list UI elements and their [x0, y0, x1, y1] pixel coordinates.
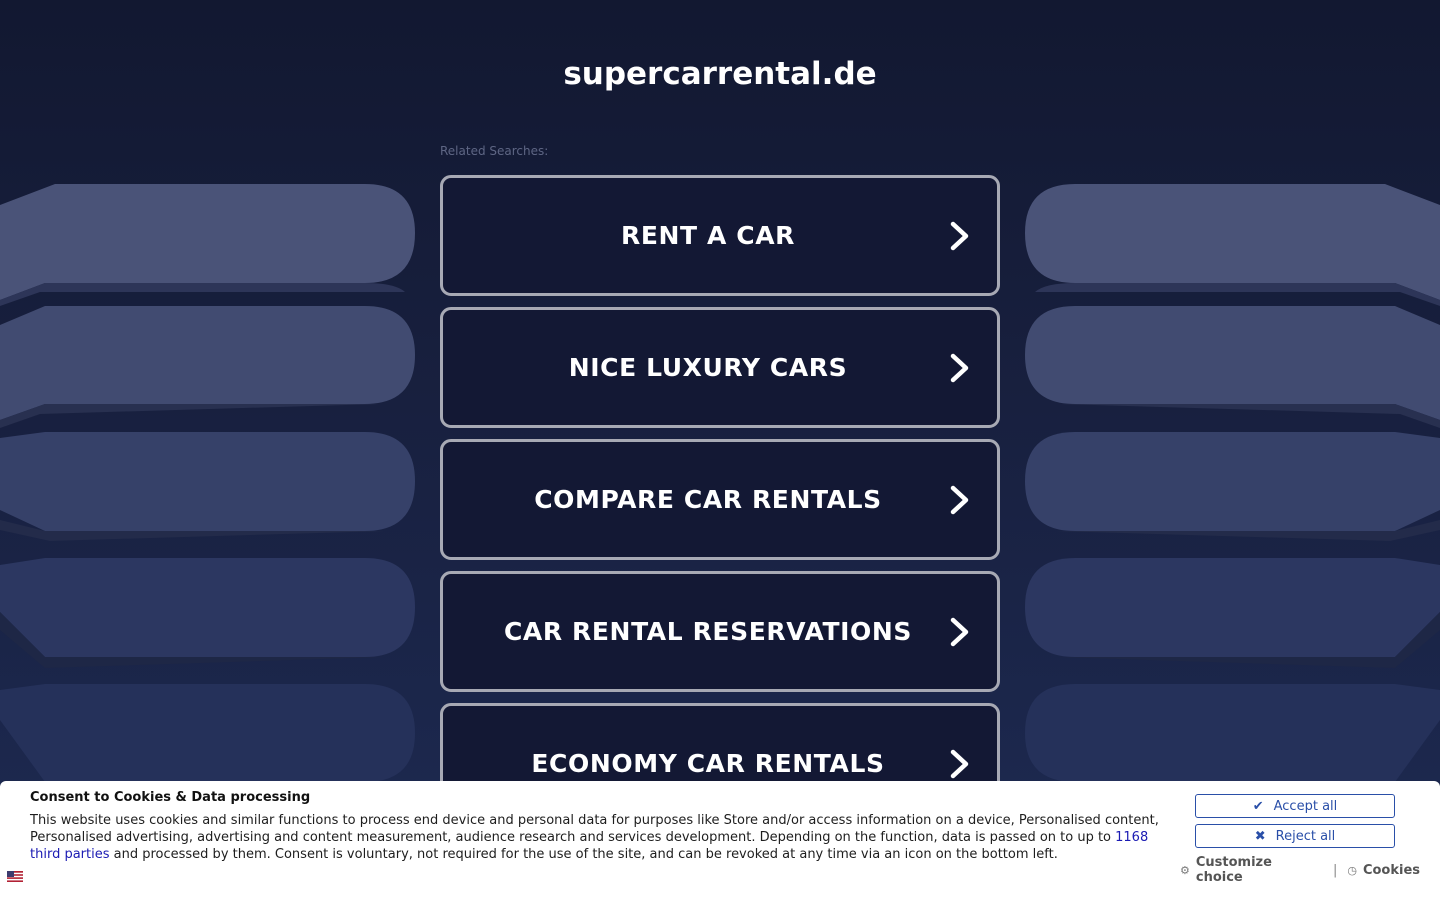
cookie-consent-banner: Consent to Cookies & Data processing Thi…	[0, 781, 1440, 900]
chevron-right-icon	[950, 221, 969, 250]
related-searches-list: RENT A CAR NICE LUXURY CARS COMPARE CAR …	[440, 175, 1000, 835]
accept-all-button[interactable]: ✔ Accept all	[1195, 794, 1395, 818]
related-search-label: CAR RENTAL RESERVATIONS	[503, 617, 913, 646]
consent-title: Consent to Cookies & Data processing	[30, 790, 311, 805]
related-search-link-compare-car-rentals[interactable]: COMPARE CAR RENTALS	[440, 439, 1000, 560]
consent-description: This website uses cookies and similar fu…	[30, 812, 1165, 863]
related-search-label: COMPARE CAR RENTALS	[534, 485, 882, 514]
related-searches-label: Related Searches:	[440, 144, 549, 158]
consent-secondary-links: ⚙ Customize choice | ◷ Cookies	[1180, 855, 1420, 885]
chevron-right-icon	[950, 353, 969, 382]
consent-text-part: This website uses cookies and similar fu…	[30, 813, 1159, 845]
related-search-link-car-rental-reservations[interactable]: CAR RENTAL RESERVATIONS	[440, 571, 1000, 692]
cookies-link[interactable]: Cookies	[1363, 863, 1420, 878]
customize-choice-link[interactable]: Customize choice	[1196, 855, 1323, 885]
check-icon: ✔	[1252, 798, 1264, 814]
consent-text-part: and processed by them. Consent is volunt…	[109, 847, 1058, 862]
related-search-label: NICE LUXURY CARS	[568, 353, 848, 382]
chevron-right-icon	[950, 617, 969, 646]
chevron-right-icon	[950, 485, 969, 514]
chevron-right-icon	[950, 749, 969, 778]
left-decor-group	[0, 184, 415, 782]
related-search-label: RENT A CAR	[620, 221, 795, 250]
accept-all-label: Accept all	[1273, 798, 1338, 814]
x-icon: ✖	[1254, 828, 1266, 844]
related-search-link-rent-a-car[interactable]: RENT A CAR	[440, 175, 1000, 296]
gear-icon: ⚙	[1180, 863, 1190, 877]
link-separator: |	[1332, 862, 1338, 878]
related-search-label: ECONOMY CAR RENTALS	[531, 749, 885, 778]
reject-all-label: Reject all	[1275, 828, 1336, 844]
flag-icon[interactable]	[7, 871, 23, 882]
clock-icon: ◷	[1347, 863, 1357, 877]
page-title: supercarrental.de	[563, 56, 877, 92]
reject-all-button[interactable]: ✖ Reject all	[1195, 824, 1395, 848]
right-decor-group	[1025, 184, 1440, 782]
related-search-link-nice-luxury-cars[interactable]: NICE LUXURY CARS	[440, 307, 1000, 428]
